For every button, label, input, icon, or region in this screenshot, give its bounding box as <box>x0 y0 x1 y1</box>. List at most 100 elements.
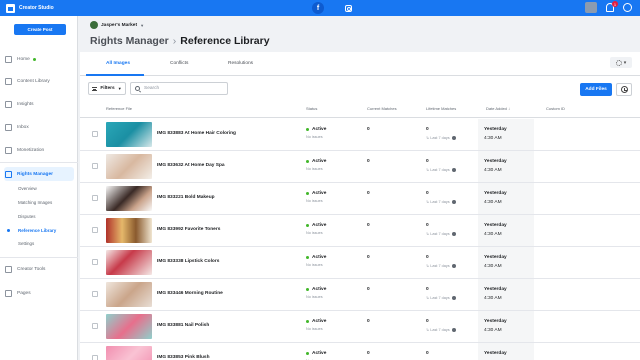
sidebar-item-monetization[interactable]: Monetization <box>4 143 74 157</box>
info-icon[interactable] <box>451 135 456 140</box>
info-icon[interactable] <box>451 231 456 236</box>
info-icon[interactable] <box>451 263 456 268</box>
status-cell: Active No issues <box>306 319 326 331</box>
sidebar-item-inbox[interactable]: Inbox <box>4 120 74 134</box>
sidebar-item-pages[interactable]: Pages <box>4 286 74 300</box>
row-checkbox[interactable] <box>92 291 98 297</box>
lifetime-matches: 0 <box>426 159 429 164</box>
sidebar-subitem-matching-images[interactable]: Matching Images <box>18 200 52 205</box>
reference-file-name[interactable]: IMG 833338 Lipstick Colors <box>157 259 219 264</box>
table-row[interactable]: IMG 833446 Morning Routine Active No iss… <box>80 279 640 311</box>
row-checkbox[interactable] <box>92 227 98 233</box>
column-header[interactable]: Reference File <box>106 106 132 111</box>
lifetime-matches-cell: 0 ↳ Last 7 days <box>426 159 456 172</box>
row-checkbox[interactable] <box>92 195 98 201</box>
search-input[interactable]: Search <box>130 82 228 95</box>
tab-resolutions[interactable]: Resolutions <box>228 61 253 66</box>
add-files-button[interactable]: Add Files <box>580 83 612 96</box>
sidebar-item-insights[interactable]: Insights <box>4 97 74 111</box>
reference-file-name[interactable]: IMG 833221 Bold Makeup <box>157 195 215 200</box>
current-matches: 0 <box>367 159 370 164</box>
column-header[interactable]: Custom ID <box>546 106 565 111</box>
info-icon[interactable] <box>451 295 456 300</box>
sidebar-item-home[interactable]: Home <box>4 52 74 66</box>
reference-thumbnail[interactable] <box>106 250 152 275</box>
row-checkbox[interactable] <box>92 259 98 265</box>
status-sub: No issues <box>306 295 323 299</box>
lifetime-matches: 0 <box>426 255 429 260</box>
info-icon[interactable] <box>451 327 456 332</box>
row-checkbox[interactable] <box>92 163 98 169</box>
status-sub: No issues <box>306 263 323 267</box>
table-row[interactable]: IMG 833853 Pink Blush Active No issues 0… <box>80 343 640 360</box>
reference-thumbnail[interactable] <box>106 218 152 243</box>
bell-icon[interactable]: 1 <box>606 1 618 12</box>
current-matches: 0 <box>367 319 370 324</box>
table-row[interactable]: IMG 833881 Nail Polish Active No issues … <box>80 311 640 343</box>
help-icon[interactable] <box>623 3 632 12</box>
breadcrumb-parent[interactable]: Rights Manager <box>90 35 169 47</box>
lifetime-matches: 0 <box>426 191 429 196</box>
facebook-icon[interactable]: f <box>312 2 324 14</box>
reference-thumbnail[interactable] <box>106 346 152 360</box>
create-post-button[interactable]: Create Post <box>14 24 66 35</box>
sidebar-subitem-disputes[interactable]: Disputes <box>18 214 36 219</box>
sidebar-item-content-library[interactable]: Content Library <box>4 74 74 88</box>
page-selector[interactable]: Jasper's Market ▼ <box>90 21 144 29</box>
table-row[interactable]: IMG 833338 Lipstick Colors Active No iss… <box>80 247 640 279</box>
avatar[interactable] <box>585 2 597 13</box>
instagram-icon[interactable] <box>342 2 354 14</box>
info-icon[interactable] <box>451 167 456 172</box>
settings-dropdown-button[interactable]: ▾ <box>610 57 632 68</box>
tab-conflicts[interactable]: Conflicts <box>170 61 188 66</box>
column-header[interactable]: Lifetime Matches <box>426 106 456 111</box>
sidebar-subitem-overview[interactable]: Overview <box>18 186 37 191</box>
breadcrumb: Rights Manager › Reference Library <box>90 35 270 47</box>
page-title: Reference Library <box>180 35 270 47</box>
table-row[interactable]: IMG 833992 Favorite Toners Active No iss… <box>80 215 640 247</box>
current-matches: 0 <box>367 351 370 356</box>
sidebar-item-rights-manager[interactable]: Rights Manager <box>4 167 74 181</box>
reference-file-name[interactable]: IMG 833446 Morning Routine <box>157 291 223 296</box>
column-header[interactable]: Date Added ↓ <box>486 106 510 111</box>
status-dot <box>306 192 309 195</box>
time-added: 4:30 AM <box>484 328 502 333</box>
time-added: 4:30 AM <box>484 296 502 301</box>
row-checkbox[interactable] <box>92 355 98 360</box>
sidebar-subitem-settings[interactable]: Settings <box>18 241 34 246</box>
status-cell: Active No issues <box>306 191 326 203</box>
reference-file-name[interactable]: IMG 833992 Favorite Toners <box>157 227 220 232</box>
reference-thumbnail[interactable] <box>106 154 152 179</box>
info-icon[interactable] <box>451 199 456 204</box>
lifetime-matches-cell: 0 ↳ Last 7 days <box>426 127 456 140</box>
reference-file-name[interactable]: IMG 833881 Nail Polish <box>157 323 209 328</box>
table-row[interactable]: IMG 833632 At Home Day Spa Active No iss… <box>80 151 640 183</box>
row-checkbox[interactable] <box>92 131 98 137</box>
reference-thumbnail[interactable] <box>106 282 152 307</box>
reference-file-name[interactable]: IMG 833883 At Home Hair Coloring <box>157 131 236 136</box>
reference-thumbnail[interactable] <box>106 186 152 211</box>
sidebar-subitem-reference-library[interactable]: Reference Library <box>6 228 56 233</box>
column-header[interactable]: Current Matches <box>367 106 397 111</box>
status-label: Active <box>312 159 327 164</box>
status-dot <box>306 128 309 131</box>
table-row[interactable]: IMG 833221 Bold Makeup Active No issues … <box>80 183 640 215</box>
sidebar: Create Post Home Content Library Insight… <box>0 16 78 360</box>
reference-thumbnail[interactable] <box>106 122 152 147</box>
creator-studio-icon <box>6 3 15 13</box>
tab-all-images[interactable]: All Images <box>106 61 130 66</box>
column-header[interactable]: Status <box>306 106 317 111</box>
reference-file-name[interactable]: IMG 833853 Pink Blush <box>157 355 210 360</box>
status-cell: Active No issues <box>306 223 326 235</box>
status-dot <box>306 352 309 355</box>
clock-icon <box>620 86 628 93</box>
table-row[interactable]: IMG 833883 At Home Hair Coloring Active … <box>80 119 640 151</box>
sidebar-item-creator-tools[interactable]: Creator Tools <box>4 262 74 276</box>
filters-button[interactable]: Filters ▼ <box>88 82 126 95</box>
app-logo[interactable]: Creator Studio <box>6 3 54 13</box>
tools-icon <box>5 265 12 273</box>
reference-thumbnail[interactable] <box>106 314 152 339</box>
reference-file-name[interactable]: IMG 833632 At Home Day Spa <box>157 163 225 168</box>
history-button[interactable] <box>616 83 632 96</box>
row-checkbox[interactable] <box>92 323 98 329</box>
